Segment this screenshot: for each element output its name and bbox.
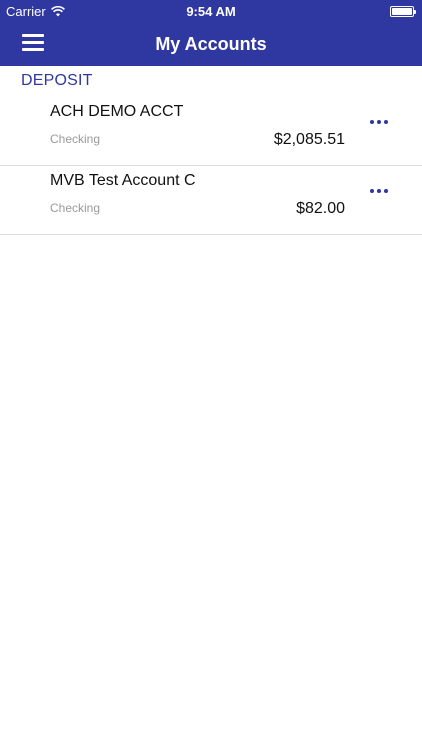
account-name: MVB Test Account C <box>50 172 196 189</box>
account-name: ACH DEMO ACCT <box>50 103 184 120</box>
page-title: My Accounts <box>155 34 267 54</box>
account-balance: $2,085.51 <box>273 131 345 148</box>
section-header-deposit: DEPOSIT <box>21 72 93 89</box>
app-header: Carrier 9:54 AM My Accounts <box>0 0 422 66</box>
account-balance: $82.00 <box>296 200 345 217</box>
account-row[interactable]: MVB Test Account C Checking $82.00 <box>0 165 422 235</box>
status-bar: Carrier 9:54 AM <box>0 0 422 22</box>
account-row[interactable]: ACH DEMO ACCT Checking $2,085.51 <box>0 96 422 166</box>
more-ellipsis-icon[interactable] <box>370 187 388 195</box>
account-type: Checking <box>50 201 101 215</box>
more-ellipsis-icon[interactable] <box>370 118 388 126</box>
account-type: Checking <box>50 132 101 146</box>
battery-icon <box>390 6 416 17</box>
status-time: 9:54 AM <box>186 4 236 19</box>
